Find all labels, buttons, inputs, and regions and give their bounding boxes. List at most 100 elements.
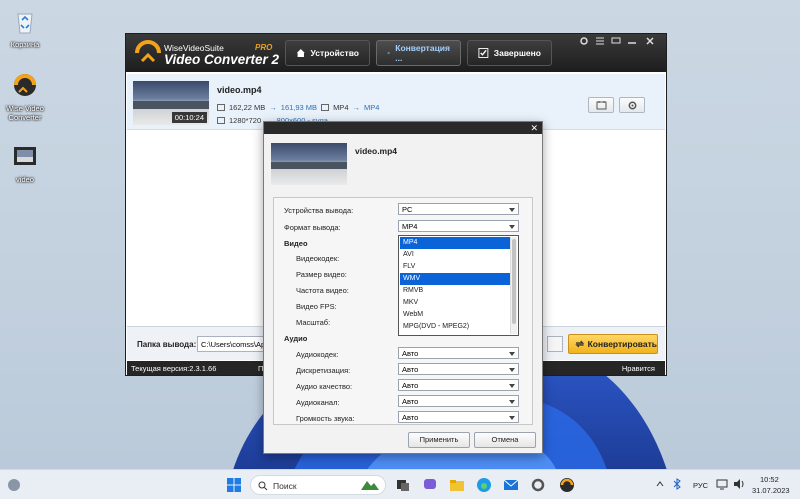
tab-label: Завершено — [493, 48, 541, 58]
chevron-up-icon[interactable] — [655, 478, 665, 490]
audio-field-label: Аудио качество: — [296, 382, 353, 391]
volume-icon[interactable] — [733, 478, 745, 490]
bluetooth-icon[interactable] — [672, 478, 682, 490]
arrow-icon: → — [352, 103, 360, 112]
like-link[interactable]: Нравится — [622, 364, 655, 373]
desktop-icon-video[interactable]: video — [2, 141, 48, 184]
format-option[interactable]: FLV — [400, 261, 510, 273]
format-option[interactable]: AVI — [400, 249, 510, 261]
select-value: Авто — [402, 413, 419, 422]
format-option[interactable]: WMV — [400, 273, 510, 285]
search-placeholder: Поиск — [273, 481, 297, 491]
resolution-icon — [217, 117, 225, 124]
size-source: 162,22 MB — [229, 103, 266, 112]
format-target: MP4 — [363, 103, 380, 112]
convert-button[interactable]: Конвертировать — [568, 334, 658, 354]
tab-completed[interactable]: Завершено — [467, 40, 552, 66]
desktop-icon-recycle-bin[interactable]: Корзина — [2, 6, 48, 49]
settings-icon[interactable] — [579, 36, 589, 46]
convert-label: Конвертировать — [587, 339, 657, 349]
audio-field-label: Громкость звука: — [296, 414, 355, 423]
volume-select[interactable]: Авто — [398, 411, 519, 423]
start-icon[interactable] — [226, 477, 242, 493]
format-select[interactable]: MP4 — [398, 220, 519, 232]
audio-section-title: Аудио — [284, 334, 308, 343]
edge-icon[interactable] — [476, 477, 492, 493]
taskbar-search[interactable]: Поиск — [250, 475, 386, 495]
desktop-icon-label: Wise Video Converter — [6, 104, 44, 122]
mail-icon[interactable] — [503, 477, 519, 493]
sample-rate-select[interactable]: Авто — [398, 363, 519, 375]
video-field-label: Размер видео: — [296, 270, 347, 279]
close-icon[interactable] — [645, 36, 655, 46]
language-indicator[interactable]: РУС — [693, 481, 708, 490]
select-value: Авто — [402, 349, 419, 358]
chevron-down-icon — [509, 400, 515, 404]
desktop-icon-wise-video-converter[interactable]: Wise Video Converter — [2, 70, 48, 122]
format-option[interactable]: MKV — [400, 297, 510, 309]
format-option[interactable]: WebM — [400, 309, 510, 321]
format-option[interactable]: MP4 — [400, 237, 510, 249]
chevron-down-icon — [509, 368, 515, 372]
widgets-icon[interactable] — [6, 477, 22, 493]
output-open-button[interactable] — [547, 336, 563, 352]
taskbar: Поиск РУС 10:52 31.07.2023 — [0, 469, 800, 499]
chevron-down-icon — [509, 225, 515, 229]
app-header: WiseVideoSuite Video Converter 2 PRO Уст… — [126, 34, 666, 72]
cancel-button[interactable]: Отмена — [474, 432, 536, 448]
file-name: video.mp4 — [217, 85, 262, 95]
desktop-icon-label: video — [16, 175, 34, 184]
settings-gear-icon[interactable] — [530, 477, 546, 493]
dropdown-scrollbar[interactable] — [510, 237, 517, 334]
convert-icon — [575, 340, 585, 348]
minimize-icon[interactable] — [627, 36, 637, 46]
arrow-icon: → — [269, 103, 277, 112]
select-value: Авто — [402, 381, 419, 390]
wise-video-converter-icon — [14, 74, 36, 96]
edit-button[interactable] — [588, 97, 614, 113]
audio-channel-select[interactable]: Авто — [398, 395, 519, 407]
video-field-label: Частота видео: — [296, 286, 349, 295]
audio-quality-select[interactable]: Авто — [398, 379, 519, 391]
output-folder-input[interactable]: C:\Users\comss\AppD — [197, 336, 267, 352]
wise-converter-taskbar-icon[interactable] — [559, 477, 575, 493]
feedback-icon[interactable] — [611, 36, 621, 46]
audio-codec-select[interactable]: Авто — [398, 347, 519, 359]
brand-title: Video Converter 2 — [164, 52, 280, 67]
desktop-icon-label: Корзина — [10, 40, 40, 49]
chevron-down-icon — [509, 352, 515, 356]
tab-conversion[interactable]: Конвертация ... — [376, 40, 461, 66]
tab-device[interactable]: Устройство — [285, 40, 370, 66]
clock-time[interactable]: 10:52 — [760, 475, 779, 484]
chevron-down-icon — [509, 208, 515, 212]
chat-icon[interactable] — [422, 477, 438, 493]
clock-date[interactable]: 31.07.2023 — [752, 486, 790, 495]
resolution-source: 1280*720 — [229, 116, 262, 125]
file-size-format: 162,22 MB → 161,93 MB MP4 → MP4 — [217, 103, 379, 112]
recycle-bin-icon — [17, 13, 33, 34]
close-icon[interactable]: ✕ — [530, 123, 538, 133]
apply-button[interactable]: Применить — [408, 432, 470, 448]
audio-field-label: Аудиоканал: — [296, 398, 340, 407]
search-icon — [258, 481, 268, 491]
video-thumbnail: 00:10:24 — [133, 81, 209, 125]
format-option[interactable]: RMVB — [400, 285, 510, 297]
video-field-label: Масштаб: — [296, 318, 331, 327]
settings-button[interactable] — [619, 97, 645, 113]
check-box-icon — [478, 48, 489, 58]
device-select[interactable]: PC — [398, 203, 519, 215]
task-view-icon[interactable] — [395, 477, 411, 493]
file-explorer-icon[interactable] — [449, 477, 465, 493]
select-value: Авто — [402, 397, 419, 406]
home-icon — [296, 49, 305, 57]
format-option[interactable]: MPG(DVD - MPEG2) — [400, 321, 510, 333]
format-value: MP4 — [402, 222, 418, 231]
audio-field-label: Аудиокодек: — [296, 350, 339, 359]
dialog-file-name: video.mp4 — [355, 146, 398, 156]
network-icon[interactable] — [716, 478, 728, 490]
gear-icon — [628, 101, 636, 109]
edit-icon — [596, 101, 606, 110]
menu-icon[interactable] — [595, 36, 605, 46]
dialog-thumbnail — [271, 143, 347, 185]
output-settings-dialog: ✕ video.mp4 Устройства вывода: PC Формат… — [263, 121, 543, 454]
